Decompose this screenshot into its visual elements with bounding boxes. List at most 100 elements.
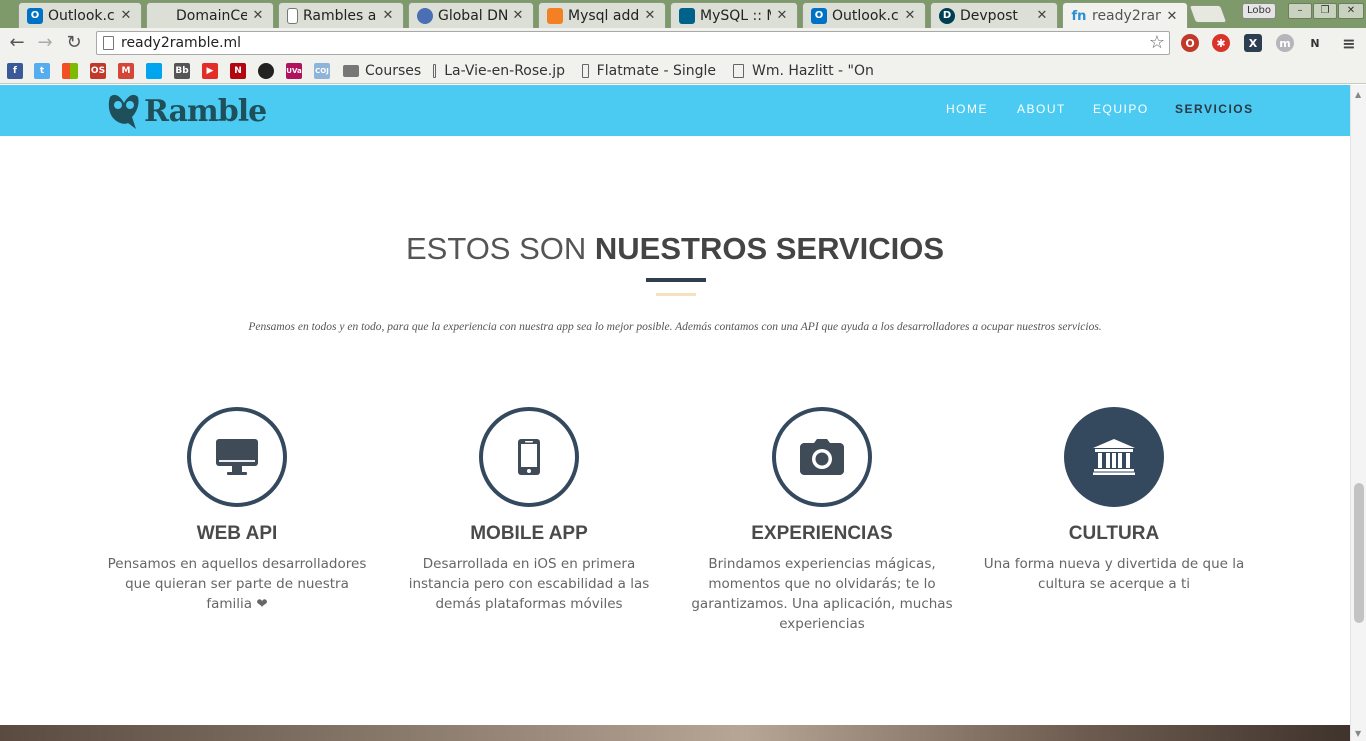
bookmarks-bar: f t OS M Bb ▶ N UVa COJ Courses La-Vie-e… bbox=[0, 58, 1366, 84]
reload-icon[interactable]: ↻ bbox=[63, 32, 85, 54]
scrollbar-thumb[interactable] bbox=[1354, 483, 1364, 623]
service-name: MOBILE APP bbox=[470, 523, 588, 544]
close-tab-icon[interactable]: ✕ bbox=[119, 8, 133, 23]
service-circle bbox=[1064, 407, 1164, 507]
bookmark-star-icon[interactable]: ☆ bbox=[1149, 32, 1165, 53]
service-name: WEB API bbox=[196, 523, 278, 544]
tab-mysql-docs[interactable]: MySQL :: MySQL ✕ bbox=[670, 2, 798, 28]
windows-store-icon[interactable] bbox=[62, 63, 78, 79]
scroll-down-icon[interactable]: ▼ bbox=[1355, 729, 1361, 738]
m-extension-icon[interactable]: m bbox=[1276, 34, 1294, 52]
nav-servicios[interactable]: SERVICIOS bbox=[1175, 102, 1254, 116]
tab-ready2ramble[interactable]: fn ready2ramble ✕ bbox=[1062, 2, 1188, 29]
title-divider-dark bbox=[646, 278, 706, 282]
title-divider-light bbox=[656, 293, 696, 296]
close-tab-icon[interactable]: ✕ bbox=[643, 8, 657, 23]
tab-rambles-app[interactable]: Rambles app ✕ bbox=[278, 2, 404, 28]
tab-global-dns[interactable]: Global DNS ✕ bbox=[408, 2, 534, 28]
service-description: Pensamos en aquellos desarrolladores que… bbox=[107, 556, 367, 612]
restore-button[interactable]: ❐ bbox=[1313, 3, 1337, 19]
logo-text: Ramble bbox=[144, 93, 267, 129]
profile-badge[interactable]: Lobo bbox=[1242, 3, 1276, 19]
forward-arrow-icon[interactable]: → bbox=[34, 32, 56, 54]
outlook-icon: O bbox=[27, 7, 43, 24]
service-cultura: CULTURA Una forma nueva y divertida de q… bbox=[979, 407, 1249, 594]
tab-outlook-1[interactable]: O Outlook.com ✕ bbox=[18, 2, 142, 28]
service-mobile-app: MOBILE APP Desarrollada en iOS en primer… bbox=[394, 407, 664, 614]
scroll-up-icon[interactable]: ▲ bbox=[1355, 90, 1361, 99]
globe-icon bbox=[417, 7, 433, 24]
url-text: ready2ramble.ml bbox=[121, 35, 242, 51]
nav-home[interactable]: HOME bbox=[946, 102, 988, 116]
desktop-icon bbox=[216, 439, 258, 475]
minimize-button[interactable]: – bbox=[1288, 3, 1312, 19]
service-experiencias: EXPERIENCIAS Brindamos experiencias mági… bbox=[687, 407, 957, 634]
close-tab-icon[interactable]: ✕ bbox=[903, 8, 917, 23]
mysql-icon bbox=[679, 7, 695, 24]
bookmark-flatmate[interactable]: Flatmate - Single bbox=[582, 62, 716, 80]
n-extension-icon[interactable]: N bbox=[1306, 34, 1324, 52]
close-tab-icon[interactable]: ✕ bbox=[1035, 8, 1049, 23]
facebook-icon[interactable]: f bbox=[7, 63, 23, 79]
ready2ramble-icon: fn bbox=[1071, 8, 1087, 24]
page-icon bbox=[733, 64, 744, 78]
next-section-photo bbox=[0, 725, 1350, 741]
mobile-icon bbox=[518, 439, 540, 475]
virus-extension-icon[interactable]: ✱ bbox=[1212, 34, 1230, 52]
nav-about[interactable]: ABOUT bbox=[1017, 102, 1066, 116]
tab-domaincentral[interactable]: DomainCentral ✕ bbox=[146, 2, 274, 28]
close-window-button[interactable]: ✕ bbox=[1338, 3, 1364, 19]
os-icon[interactable]: OS bbox=[90, 63, 106, 79]
page-icon bbox=[103, 36, 114, 50]
site-navbar: Ramble HOME ABOUT EQUIPO SERVICIOS bbox=[0, 85, 1350, 136]
youtube-icon[interactable]: ▶ bbox=[202, 63, 218, 79]
menu-icon[interactable]: ≡ bbox=[1340, 34, 1358, 53]
stackoverflow-icon bbox=[547, 7, 563, 24]
coj-icon[interactable]: COJ bbox=[314, 63, 330, 79]
page-viewport: Ramble HOME ABOUT EQUIPO SERVICIOS ESTOS… bbox=[0, 85, 1350, 741]
page-icon bbox=[287, 7, 298, 24]
site-logo[interactable]: Ramble bbox=[106, 91, 267, 131]
bookmark-courses[interactable]: Courses bbox=[343, 62, 425, 80]
tab-mysql-adding[interactable]: Mysql adding ✕ bbox=[538, 2, 666, 28]
twitter-icon[interactable]: t bbox=[34, 63, 50, 79]
x-extension-icon[interactable]: X bbox=[1244, 34, 1262, 52]
tab-devpost[interactable]: D Devpost ✕ bbox=[930, 2, 1058, 28]
windows-icon[interactable] bbox=[146, 63, 162, 79]
tab-outlook-2[interactable]: O Outlook.com ✕ bbox=[802, 2, 926, 28]
vertical-scrollbar[interactable]: ▲ ▼ bbox=[1350, 85, 1366, 741]
owl-logo-icon bbox=[108, 94, 139, 129]
service-description: Una forma nueva y divertida de que la cu… bbox=[983, 556, 1245, 592]
netflix-icon[interactable]: N bbox=[230, 63, 246, 79]
new-tab-button[interactable] bbox=[1188, 5, 1228, 23]
bookmark-hazlitt[interactable]: Wm. Hazlitt - "On bbox=[733, 62, 891, 80]
service-circle bbox=[479, 407, 579, 507]
back-arrow-icon[interactable]: ← bbox=[6, 32, 28, 54]
opera-extension-icon[interactable]: O bbox=[1181, 34, 1199, 52]
github-icon[interactable] bbox=[258, 63, 274, 79]
bookmark-la-vie-en-rose[interactable]: La-Vie-en-Rose.jp bbox=[433, 62, 565, 80]
service-circle bbox=[772, 407, 872, 507]
section-title: ESTOS SON NUESTROS SERVICIOS bbox=[405, 231, 945, 266]
browser-toolbar: ← → ↻ ready2ramble.ml ☆ O ✱ X m N ≡ bbox=[0, 28, 1366, 58]
devpost-icon: D bbox=[939, 7, 955, 24]
page-icon bbox=[433, 64, 437, 78]
close-tab-icon[interactable]: ✕ bbox=[381, 8, 395, 23]
bb-icon[interactable]: Bb bbox=[174, 63, 190, 79]
uva-icon[interactable]: UVa bbox=[286, 63, 302, 79]
nav-equipo[interactable]: EQUIPO bbox=[1093, 102, 1149, 116]
service-name: CULTURA bbox=[1068, 523, 1160, 544]
close-tab-icon[interactable]: ✕ bbox=[1165, 9, 1179, 24]
address-bar[interactable]: ready2ramble.ml ☆ bbox=[96, 31, 1170, 55]
service-web-api: WEB API Pensamos en aquellos desarrollad… bbox=[102, 407, 372, 614]
close-tab-icon[interactable]: ✕ bbox=[251, 8, 265, 23]
section-intro: Pensamos en todos y en todo, para que la… bbox=[248, 321, 1102, 333]
service-description: Brindamos experiencias mágicas, momentos… bbox=[691, 556, 953, 632]
blank-icon bbox=[155, 8, 171, 24]
close-tab-icon[interactable]: ✕ bbox=[511, 8, 525, 23]
folder-icon bbox=[343, 65, 359, 77]
close-tab-icon[interactable]: ✕ bbox=[775, 8, 789, 23]
tab-strip: O Outlook.com ✕ DomainCentral ✕ Rambles … bbox=[0, 0, 1366, 29]
gmail-icon[interactable]: M bbox=[118, 63, 134, 79]
outlook-icon: O bbox=[811, 7, 827, 24]
